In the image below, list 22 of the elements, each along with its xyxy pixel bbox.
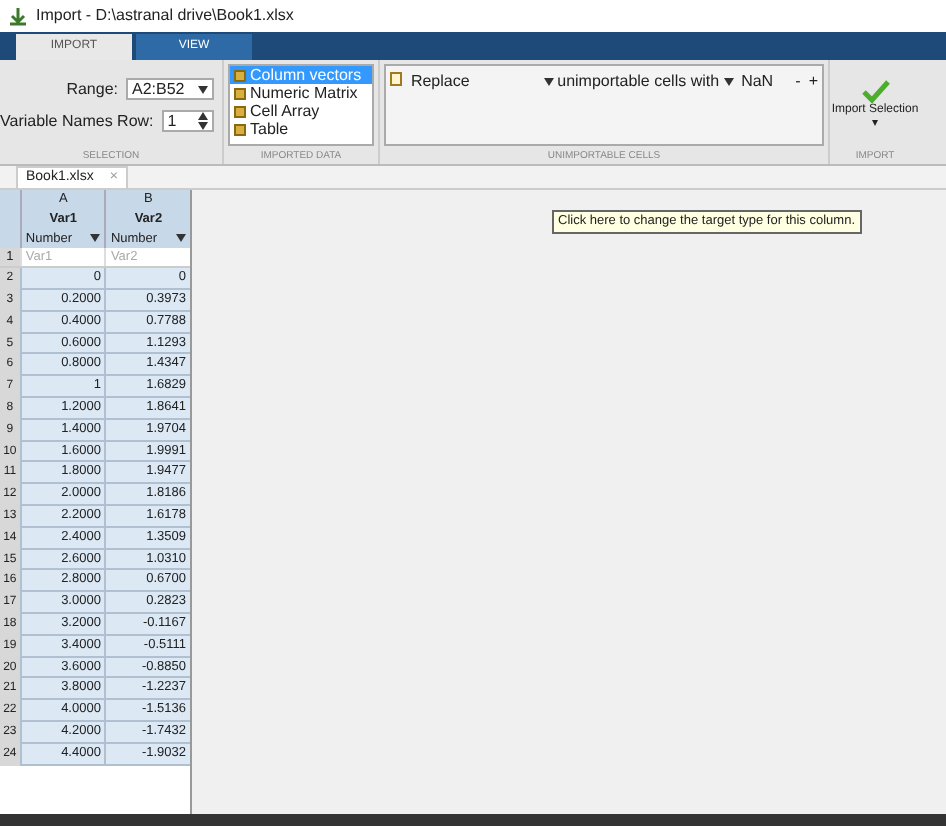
add-rule-button[interactable]: +: [808, 70, 818, 94]
rule-checkbox[interactable]: [390, 72, 403, 86]
output-type-option[interactable]: Table: [230, 120, 372, 138]
window-title: Import - D:\astranal drive\Book1.xlsx: [36, 4, 294, 28]
remove-rule-button[interactable]: -: [795, 70, 801, 94]
spinner-icon: [198, 112, 208, 130]
range-dropdown[interactable]: A2:B52: [126, 78, 214, 100]
caret-icon: [723, 78, 734, 86]
variable-names-spinner[interactable]: 1: [161, 110, 214, 132]
output-type-option[interactable]: Numeric Matrix: [230, 84, 372, 102]
app-icon: [8, 6, 28, 26]
caret-icon: [198, 85, 208, 93]
rule-action: Replace: [410, 70, 472, 94]
variable-names-label: Variable Names Row:: [0, 109, 154, 133]
replacement-value: NaN: [741, 70, 776, 94]
checkmark-icon: [861, 79, 889, 103]
output-type-option[interactable]: Cell Array: [230, 102, 372, 120]
range-label: Range:: [66, 77, 118, 101]
caret-icon: [90, 234, 101, 243]
caret-icon: [175, 234, 186, 243]
rule-target-dropdown[interactable]: unimportable cells with: [557, 70, 720, 94]
caret-icon: [543, 78, 554, 86]
